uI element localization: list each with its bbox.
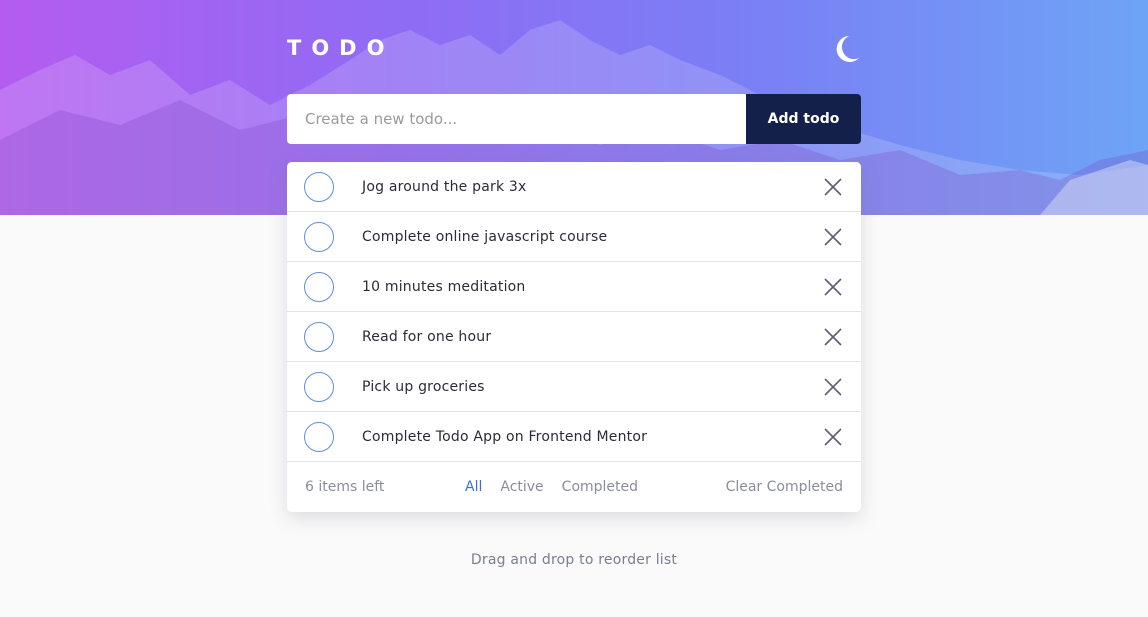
complete-checkbox[interactable]	[304, 371, 334, 402]
close-icon[interactable]	[822, 276, 844, 298]
complete-checkbox[interactable]	[304, 321, 334, 352]
complete-checkbox[interactable]	[304, 421, 334, 452]
todo-item[interactable]: Jog around the park 3x	[287, 162, 861, 212]
add-todo-button[interactable]: Add todo	[746, 94, 861, 144]
filter-active[interactable]: Active	[500, 479, 543, 495]
todo-text: Jog around the park 3x	[362, 178, 527, 195]
todo-app: TODO Add todo Jog around the park 3x Com…	[287, 0, 861, 512]
todo-text: Read for one hour	[362, 328, 492, 345]
complete-checkbox[interactable]	[304, 171, 334, 202]
new-todo-input[interactable]	[287, 94, 746, 144]
todo-item[interactable]: Pick up groceries	[287, 362, 861, 412]
items-left-count: 6 items left	[305, 479, 385, 495]
todo-text: Complete online javascript course	[362, 228, 608, 245]
close-icon[interactable]	[822, 326, 844, 348]
filter-completed[interactable]: Completed	[562, 479, 638, 495]
close-icon[interactable]	[822, 426, 844, 448]
theme-toggle-button[interactable]	[833, 34, 861, 66]
new-todo-form: Add todo	[287, 94, 861, 144]
todo-item[interactable]: Read for one hour	[287, 312, 861, 362]
app-header: TODO	[287, 0, 861, 94]
close-icon[interactable]	[822, 226, 844, 248]
close-icon[interactable]	[822, 376, 844, 398]
filter-all[interactable]: All	[465, 479, 482, 495]
todo-text: Complete Todo App on Frontend Mentor	[362, 428, 648, 445]
clear-completed-button[interactable]: Clear Completed	[726, 479, 843, 495]
todo-item[interactable]: 10 minutes meditation	[287, 262, 861, 312]
app-title: TODO	[287, 36, 395, 60]
reorder-hint: Drag and drop to reorder list	[470, 552, 678, 568]
todo-text: 10 minutes meditation	[362, 278, 526, 295]
moon-icon	[836, 36, 859, 62]
todo-item[interactable]: Complete online javascript course	[287, 212, 861, 262]
complete-checkbox[interactable]	[304, 271, 334, 302]
list-footer: 6 items left All Active Completed Clear …	[287, 462, 861, 512]
todo-list: Jog around the park 3x Complete online j…	[287, 162, 861, 512]
complete-checkbox[interactable]	[304, 221, 334, 252]
todo-item[interactable]: Complete Todo App on Frontend Mentor	[287, 412, 861, 462]
close-icon[interactable]	[822, 176, 844, 198]
filter-tabs: All Active Completed	[465, 479, 726, 495]
todo-text: Pick up groceries	[362, 378, 485, 395]
